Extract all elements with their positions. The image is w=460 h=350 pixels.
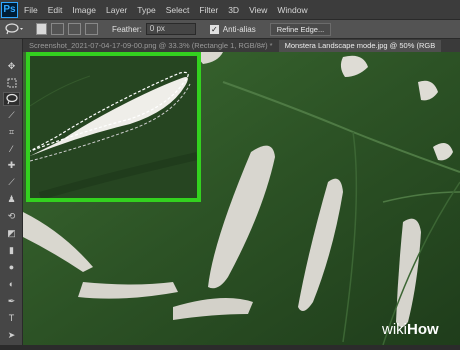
watermark-wiki: wiki xyxy=(382,321,407,338)
menu-select[interactable]: Select xyxy=(166,5,190,15)
eraser-icon[interactable]: ◩ xyxy=(3,226,20,240)
path-select-icon[interactable]: ➤ xyxy=(3,328,20,342)
refine-edge-button[interactable]: Refine Edge... xyxy=(269,22,332,36)
eyedropper-icon[interactable]: ⁄ xyxy=(3,142,20,156)
pen-icon[interactable]: ✒ xyxy=(3,294,20,308)
menu-bar: Ps File Edit Image Layer Type Select Fil… xyxy=(0,0,460,19)
menu-window[interactable]: Window xyxy=(277,5,307,15)
type-icon[interactable]: T xyxy=(3,311,20,325)
menu-type[interactable]: Type xyxy=(137,5,155,15)
subtract-selection-icon[interactable] xyxy=(68,23,81,35)
antialias-checkbox[interactable]: ✓ xyxy=(209,24,219,34)
marquee-icon[interactable] xyxy=(3,76,20,90)
photoshop-logo: Ps xyxy=(1,1,18,18)
options-bar: Feather: 0 px ✓ Anti-alias Refine Edge..… xyxy=(0,19,460,39)
crop-icon[interactable]: ⌗ xyxy=(3,125,20,139)
feather-label: Feather: xyxy=(112,24,142,34)
document-tabs: Screenshot_2021-07-04-17-09-00.png @ 33.… xyxy=(23,39,460,52)
lasso-selection-zoom xyxy=(30,56,197,198)
menu-edit[interactable]: Edit xyxy=(48,5,63,15)
lasso-preset-icon[interactable] xyxy=(4,22,26,36)
lasso-icon[interactable] xyxy=(3,92,20,106)
menu-view[interactable]: View xyxy=(249,5,267,15)
tab-monstera[interactable]: Monstera Landscape mode.jpg @ 50% (RGB xyxy=(278,40,442,52)
blur-icon[interactable]: ● xyxy=(3,260,20,274)
menu-layer[interactable]: Layer xyxy=(106,5,127,15)
wikihow-watermark: wikiHow xyxy=(382,321,439,338)
stamp-icon[interactable]: ♟ xyxy=(3,192,20,206)
healing-icon[interactable]: ✚ xyxy=(3,158,20,172)
tools-panel: ✥ ⟋ ⌗ ⁄ ✚ ⟋ ♟ ⟲ ◩ ▮ ● ◐ ✒ T ➤ xyxy=(0,39,23,345)
tab-screenshot[interactable]: Screenshot_2021-07-04-17-09-00.png @ 33.… xyxy=(23,40,279,52)
menu-filter[interactable]: Filter xyxy=(199,5,218,15)
antialias-label: Anti-alias xyxy=(222,24,256,34)
gradient-icon[interactable]: ▮ xyxy=(3,243,20,257)
history-brush-icon[interactable]: ⟲ xyxy=(3,209,20,223)
new-selection-icon[interactable] xyxy=(36,23,47,35)
menu-file[interactable]: File xyxy=(24,5,38,15)
watermark-how: How xyxy=(407,321,439,338)
feather-input[interactable]: 0 px xyxy=(145,23,196,35)
dodge-icon[interactable]: ◐ xyxy=(3,277,20,291)
move-icon[interactable]: ✥ xyxy=(3,59,20,73)
zoom-highlight-box xyxy=(26,52,201,202)
add-selection-icon[interactable] xyxy=(51,23,64,35)
brush-icon[interactable]: ⟋ xyxy=(3,175,20,189)
menu-3d[interactable]: 3D xyxy=(228,5,239,15)
menu-image[interactable]: Image xyxy=(72,5,96,15)
quick-select-icon[interactable]: ⟋ xyxy=(3,108,20,122)
intersect-selection-icon[interactable] xyxy=(85,23,98,35)
